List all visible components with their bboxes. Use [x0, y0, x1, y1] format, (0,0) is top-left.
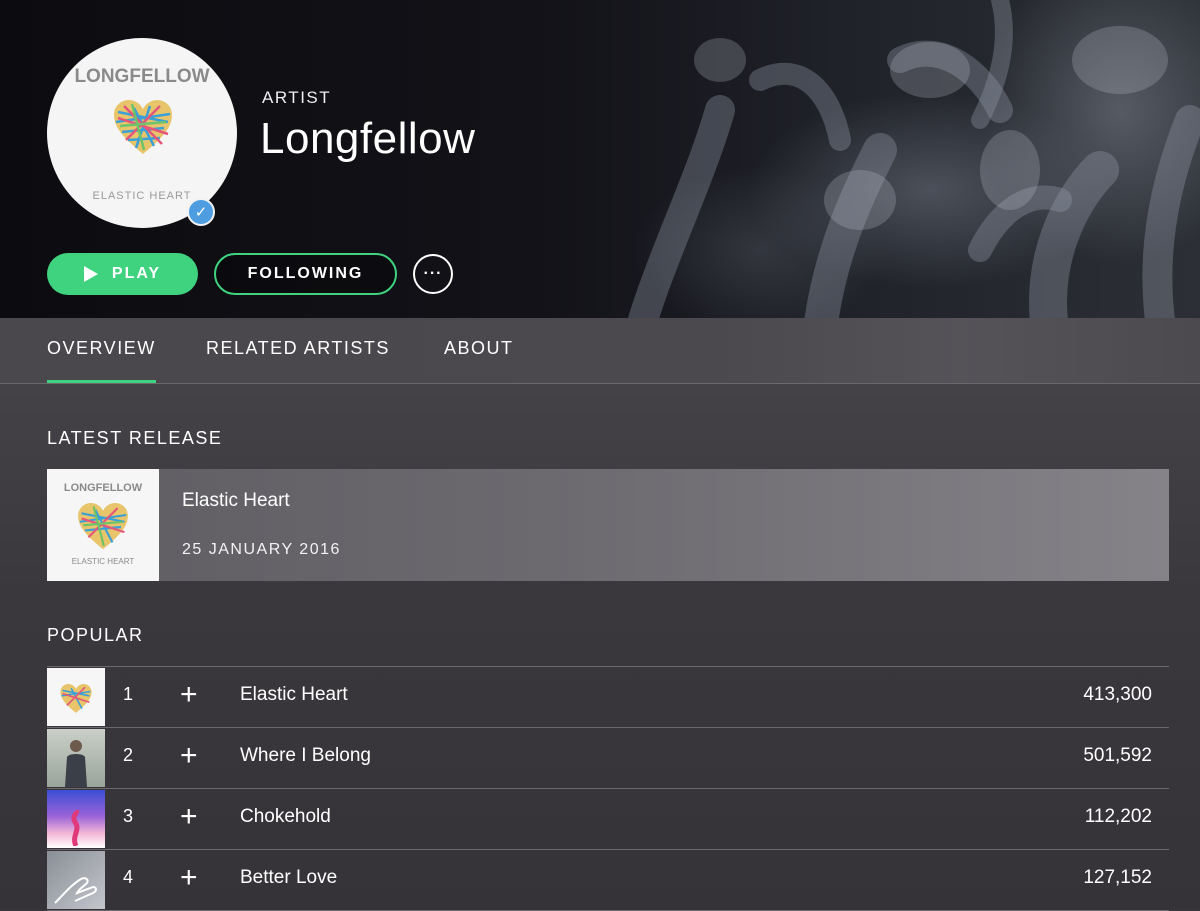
heart-artwork-icon [114, 100, 172, 154]
track-cover [47, 851, 105, 909]
following-button-label: FOLLOWING [247, 265, 364, 282]
track-play-count: 112,202 [1084, 806, 1152, 827]
smoke-artwork-icon [71, 810, 80, 846]
tab-overview[interactable]: OVERVIEW [47, 338, 156, 383]
track-row[interactable]: 4 + Better Love 127,152 [47, 849, 1169, 911]
play-button[interactable]: PLAY [47, 253, 198, 295]
track-number: 4 [123, 867, 134, 887]
track-row[interactable]: 3 + Chokehold 112,202 [47, 788, 1169, 849]
release-cover-brand: LONGFELLOW [63, 482, 143, 494]
play-icon [83, 266, 98, 282]
artist-name: Longfellow [260, 114, 476, 163]
popular-track-list: 1 + Elastic Heart 413,300 2 + Where I Be… [47, 666, 1169, 911]
tab-about[interactable]: ABOUT [444, 338, 514, 380]
artist-header: LONGFELLOW ELASTIC HEART ✓ ARTIST Longfe… [0, 0, 1200, 318]
add-track-button[interactable]: + [180, 738, 198, 774]
following-button[interactable]: FOLLOWING [214, 253, 397, 295]
add-track-button[interactable]: + [180, 677, 198, 713]
track-cover [47, 790, 105, 848]
ellipsis-icon: ··· [423, 265, 443, 282]
track-title: Where I Belong [240, 745, 371, 766]
artist-kind-label: ARTIST [262, 88, 332, 107]
heart-artwork-icon [78, 503, 128, 550]
latest-release-heading: LATEST RELEASE [47, 428, 223, 448]
release-cover-subtitle: ELASTIC HEART [71, 557, 135, 566]
track-play-count: 413,300 [1083, 684, 1152, 705]
track-cover [47, 729, 105, 787]
add-track-button[interactable]: + [180, 860, 198, 896]
track-title: Better Love [240, 867, 338, 888]
track-play-count: 501,592 [1083, 745, 1152, 766]
track-number: 3 [123, 806, 134, 826]
avatar-brand-text: LONGFELLOW [74, 66, 210, 87]
hand-artwork-icon [54, 877, 97, 904]
track-number: 1 [123, 684, 134, 704]
artist-tabs: OVERVIEW RELATED ARTISTS ABOUT [0, 318, 1200, 384]
add-track-button[interactable]: + [180, 799, 198, 835]
release-cover: LONGFELLOW ELASTIC HEART [47, 469, 159, 581]
heart-artwork-icon [60, 684, 92, 713]
track-row[interactable]: 1 + Elastic Heart 413,300 [47, 666, 1169, 727]
track-title: Chokehold [240, 806, 331, 827]
release-date: 25 JANUARY 2016 [182, 541, 341, 558]
track-title: Elastic Heart [240, 684, 348, 705]
person-artwork-icon [65, 740, 87, 787]
tab-related-artists[interactable]: RELATED ARTISTS [206, 338, 390, 380]
track-row[interactable]: 2 + Where I Belong 501,592 [47, 727, 1169, 788]
latest-release-card[interactable]: LONGFELLOW ELASTIC HEART Elastic Heart 2… [47, 469, 1169, 581]
play-button-label: PLAY [111, 265, 162, 282]
more-options-button[interactable]: ··· [413, 254, 453, 294]
release-title[interactable]: Elastic Heart [182, 490, 290, 512]
track-number: 2 [123, 745, 134, 765]
verified-badge-icon: ✓ [187, 198, 215, 226]
track-play-count: 127,152 [1083, 867, 1152, 888]
popular-heading: POPULAR [47, 625, 144, 645]
track-cover [47, 668, 105, 726]
